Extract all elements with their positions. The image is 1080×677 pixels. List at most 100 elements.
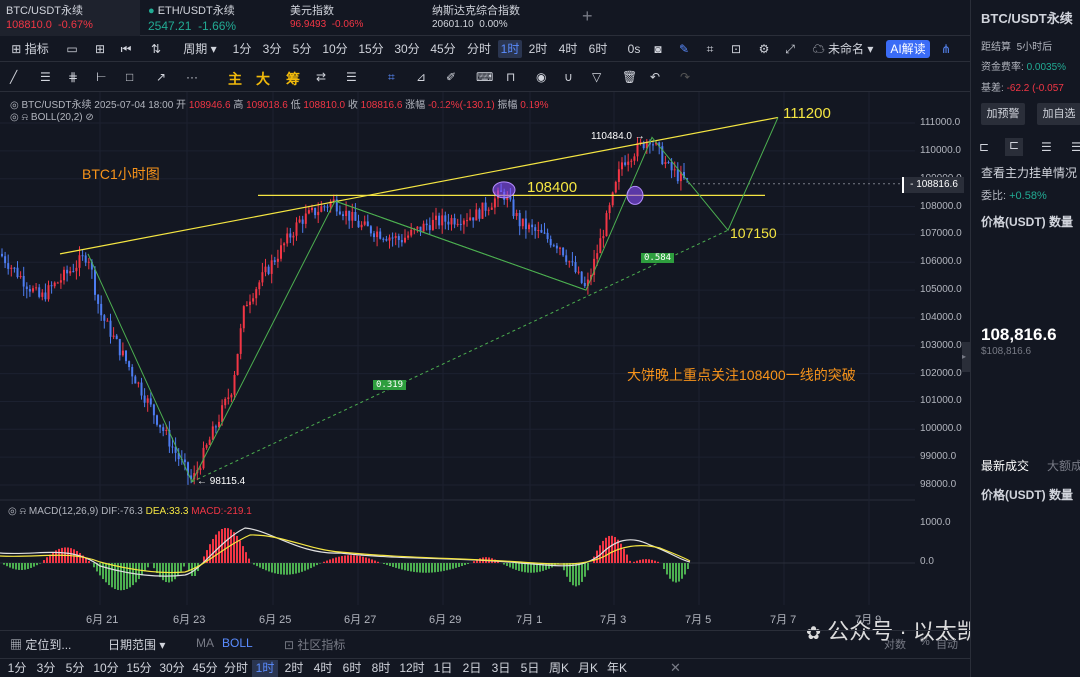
interval-3[interactable]: 10分 (318, 40, 352, 58)
indicators-button[interactable]: ⊞ 指标 (6, 40, 54, 58)
annotate-icon[interactable]: ⌗ (702, 40, 718, 58)
ruler-icon[interactable]: ⊿ (416, 70, 426, 84)
depth-more-icon[interactable]: ☰ (1071, 140, 1080, 154)
bottom-interval-1[interactable]: 3分 (33, 660, 59, 677)
note-annotation[interactable]: 大饼晚上重点关注108400一线的突破 (627, 365, 856, 385)
magnet-icon[interactable]: ∪ (564, 70, 573, 84)
swap-icon[interactable]: ⇄ (316, 70, 326, 84)
more-tool-icon[interactable]: ··· (186, 70, 198, 84)
interval-1[interactable]: 3分 (258, 40, 286, 58)
trash-icon[interactable]: 🗑 (622, 70, 637, 84)
add-fav-button[interactable]: 加自选 (1037, 103, 1080, 125)
eye-icon[interactable]: ◉ (536, 70, 546, 84)
depth-title[interactable]: 查看主力挂单情况 (981, 164, 1077, 181)
rect-tool-icon[interactable]: □ (126, 70, 133, 84)
bottom-interval-20[interactable]: 年K (604, 660, 630, 677)
level-108400-label[interactable]: 108400 (527, 179, 577, 196)
hline-tool-icon[interactable]: ☰ (40, 70, 51, 84)
bottom-interval-9[interactable]: 2时 (281, 660, 307, 677)
big-trades-tab[interactable]: 大额成 (1047, 457, 1080, 474)
text-icon[interactable]: ⌨ (476, 70, 493, 84)
arrow-tool-icon[interactable]: ↗ (156, 70, 166, 84)
depth-bid-icon[interactable]: ☰ (1041, 140, 1052, 154)
big-order-button[interactable]: 大 (256, 69, 270, 89)
ai-button[interactable]: AI解读 (886, 40, 930, 58)
interval-10[interactable]: 4时 (554, 40, 582, 58)
level-107150-label[interactable]: 107150 (730, 225, 777, 241)
pen-icon[interactable]: ✎ (676, 40, 692, 58)
redo-icon[interactable]: ↷ (680, 70, 690, 84)
bottom-interval-6[interactable]: 45分 (190, 660, 220, 677)
line-tool-icon[interactable]: ╱ (10, 70, 17, 84)
bottom-interval-3[interactable]: 10分 (91, 660, 121, 677)
bottom-interval-13[interactable]: 12时 (397, 660, 427, 677)
tab-nasdaq[interactable]: 纳斯达克综合指数 20601.10 0.00% (426, 0, 576, 36)
bottom-interval-8[interactable]: 1时 (252, 660, 278, 677)
brush-icon[interactable]: ✐ (446, 70, 456, 84)
image-icon[interactable]: ⊡ (728, 40, 744, 58)
replay-icon[interactable]: ⏮ (118, 40, 134, 58)
percent-toggle[interactable]: % (920, 636, 930, 648)
interval-6[interactable]: 45分 (426, 40, 460, 58)
interval-4[interactable]: 15分 (354, 40, 388, 58)
main-force-button[interactable]: 主 (228, 69, 242, 89)
tab-dxy[interactable]: 美元指数 96.9493 -0.06% (284, 0, 424, 36)
bottom-interval-10[interactable]: 4时 (310, 660, 336, 677)
bottom-interval-18[interactable]: 周K (546, 660, 572, 677)
level-111200-label[interactable]: 111200 (783, 105, 831, 122)
ray-tool-icon[interactable]: ⊢ (96, 70, 106, 84)
bottom-interval-7[interactable]: 分时 (223, 660, 249, 677)
interval-0[interactable]: 1分 (228, 40, 256, 58)
interval-8[interactable]: 1时 (498, 40, 522, 58)
bottom-interval-15[interactable]: 2日 (459, 660, 485, 677)
boll-toggle[interactable]: BOLL (222, 636, 253, 650)
goto-button[interactable]: ▦ 定位到... (10, 636, 71, 653)
interval-9[interactable]: 2时 (524, 40, 552, 58)
bottom-interval-11[interactable]: 6时 (339, 660, 365, 677)
list-icon[interactable]: ☰ (346, 70, 357, 84)
bottom-interval-2[interactable]: 5分 (62, 660, 88, 677)
bottom-interval-16[interactable]: 3日 (488, 660, 514, 677)
log-toggle[interactable]: 对数 (884, 636, 906, 652)
bottom-interval-14[interactable]: 1日 (430, 660, 456, 677)
community-indicator-button[interactable]: ⊡ 社区指标 (284, 636, 345, 653)
camera-icon[interactable]: ◙ (650, 40, 666, 58)
cloud-layout-button[interactable]: ☁ 未命名 ▾ (810, 40, 876, 58)
channel-tool-icon[interactable]: ⋕ (68, 70, 78, 84)
compare-icon[interactable]: ⇅ (148, 40, 164, 58)
chips-button[interactable]: 筹 (286, 69, 300, 89)
date-range-button[interactable]: 日期范围 ▾ (108, 636, 165, 653)
depth-both-icon[interactable]: ⊏ (979, 140, 989, 154)
add-alert-button[interactable]: 加预警 (981, 103, 1025, 125)
bottom-interval-0[interactable]: 1分 (4, 660, 30, 677)
grid-icon[interactable]: ⊞ (92, 40, 108, 58)
settings-icon[interactable]: ⚙ (756, 40, 772, 58)
undo-icon[interactable]: ↶ (650, 70, 660, 84)
interval-2[interactable]: 5分 (288, 40, 316, 58)
bottom-interval-12[interactable]: 8时 (368, 660, 394, 677)
select-icon[interactable]: ⌗ (388, 70, 395, 85)
ma-toggle[interactable]: MA (196, 636, 214, 650)
auto-toggle[interactable]: 自动 (936, 636, 958, 652)
tab-eth[interactable]: ● ETH/USDT永续 2547.21 -1.66% (142, 0, 282, 36)
interval-5[interactable]: 30分 (390, 40, 424, 58)
scroll-right-icon[interactable]: ▸ (962, 342, 970, 372)
interval-11[interactable]: 6时 (584, 40, 612, 58)
chart-title-annotation[interactable]: BTC1小时图 (82, 164, 160, 184)
trades-tab[interactable]: 最新成交 (981, 457, 1029, 474)
add-tab-icon[interactable]: + (582, 6, 593, 27)
bottom-interval-19[interactable]: 月K (575, 660, 601, 677)
filter-icon[interactable]: ▽ (592, 70, 601, 84)
bottom-interval-17[interactable]: 5日 (517, 660, 543, 677)
tab-btc[interactable]: BTC/USDT永续 108810.0 -0.67% (0, 0, 140, 36)
close-icon[interactable]: ✕ (670, 660, 681, 676)
eye-icon[interactable]: ◎ (8, 506, 17, 517)
bottom-interval-5[interactable]: 30分 (157, 660, 187, 677)
lock-icon[interactable]: ⊓ (506, 70, 515, 84)
depth-ask-icon[interactable]: ⊏ (1005, 138, 1023, 156)
layout-icon[interactable]: ▭ (64, 40, 80, 58)
share-icon[interactable]: ⋔ (938, 40, 954, 58)
period-button[interactable]: 周期 ▾ (180, 40, 220, 58)
fullscreen-icon[interactable]: ⤢ (782, 40, 798, 58)
interval-7[interactable]: 分时 (462, 40, 496, 58)
